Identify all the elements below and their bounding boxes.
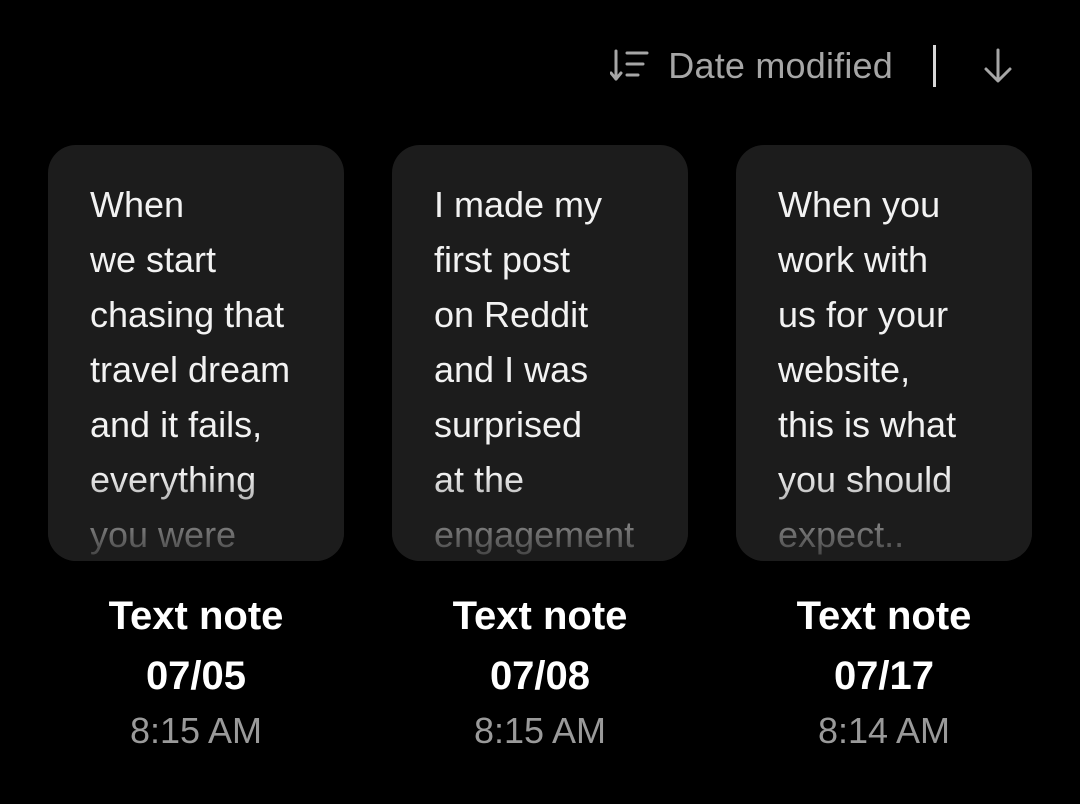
note-title: Text note: [796, 594, 972, 638]
note-date: 07/08: [489, 654, 591, 698]
note-thumbnail[interactable]: When we start chasing that travel dream …: [48, 145, 344, 561]
note-date: 07/17: [833, 654, 935, 698]
arrow-down-icon: [984, 48, 1012, 83]
note-thumbnail[interactable]: I made my first post on Reddit and I was…: [392, 145, 688, 561]
note-time: 8:15 AM: [473, 710, 607, 751]
note-time: 8:14 AM: [817, 710, 951, 751]
sort-by-button[interactable]: Date modified: [609, 45, 893, 87]
sort-icon: [609, 48, 650, 84]
divider: [933, 45, 936, 87]
note-preview-text: When you work with us for your website, …: [778, 184, 957, 555]
note-title: Text note: [452, 594, 628, 638]
note-time: 8:15 AM: [129, 710, 263, 751]
note-thumbnail[interactable]: When you work with us for your website, …: [736, 145, 1032, 561]
sort-bar: Date modified: [609, 40, 1016, 92]
note-preview-text: I made my first post on Reddit and I was…: [434, 184, 635, 555]
notes-grid: When we start chasing that travel dream …: [48, 145, 1032, 753]
note-card[interactable]: When we start chasing that travel dream …: [48, 145, 344, 753]
note-card[interactable]: When you work with us for your website, …: [736, 145, 1032, 753]
note-title: Text note: [108, 594, 284, 638]
note-card[interactable]: I made my first post on Reddit and I was…: [392, 145, 688, 753]
sort-label: Date modified: [668, 45, 893, 86]
note-date: 07/05: [145, 654, 247, 698]
sort-direction-button[interactable]: [980, 46, 1016, 86]
note-preview-text: When we start chasing that travel dream …: [90, 184, 291, 555]
